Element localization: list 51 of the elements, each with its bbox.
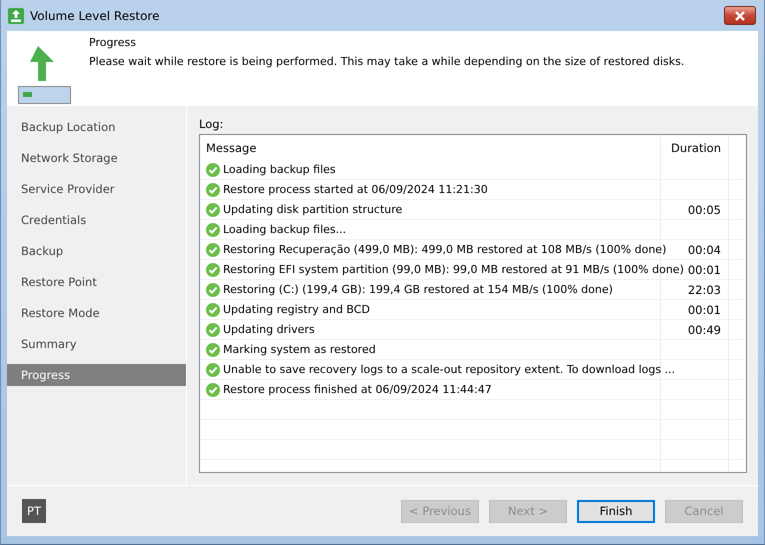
log-message: Unable to save recovery logs to a scale-out repository extent. To download logs ... <box>223 363 676 376</box>
column-header[interactable]: Message <box>200 135 661 160</box>
language-badge: PT <box>22 499 46 523</box>
check-icon <box>206 202 220 216</box>
column-header[interactable]: Duration <box>661 135 729 160</box>
log-duration: 00:49 <box>688 322 721 336</box>
check-icon <box>206 302 220 316</box>
log-message: Loading backup files <box>223 163 336 176</box>
log-message: Restoring EFI system partition (99,0 MB): 99,0 MB restored at 91 MB/s (100% done) <box>223 263 684 276</box>
upload-disk-icon <box>18 43 74 105</box>
check-icon <box>206 282 220 296</box>
log-label: Log: <box>199 117 224 131</box>
dialog-button[interactable]: Finish <box>577 500 655 522</box>
sidebar-step[interactable]: Summary <box>7 333 186 355</box>
check-icon <box>206 262 220 276</box>
close-icon <box>734 10 746 20</box>
log-message: Updating disk partition structure <box>223 203 402 216</box>
log-message: Updating drivers <box>223 323 315 336</box>
log-duration: 00:05 <box>688 202 721 216</box>
check-icon <box>206 182 220 196</box>
sidebar-step[interactable]: Restore Point <box>7 271 186 293</box>
check-icon <box>206 362 220 376</box>
sidebar-step[interactable]: Backup Location <box>7 116 186 138</box>
check-icon <box>206 242 220 256</box>
sidebar-step[interactable]: Restore Mode <box>7 302 186 324</box>
sidebar-step[interactable]: Network Storage <box>7 147 186 169</box>
log-duration: 22:03 <box>688 282 721 296</box>
sidebar-step[interactable]: Backup <box>7 240 186 262</box>
page-title: Progress <box>89 36 137 49</box>
check-icon <box>206 322 220 336</box>
sidebar-step[interactable]: Progress <box>7 364 186 386</box>
log-message: Loading backup files... <box>223 223 346 236</box>
log-message: Restore process finished at 06/09/2024 11:44:47 <box>223 383 492 396</box>
sidebar-step[interactable]: Credentials <box>7 209 186 231</box>
check-icon <box>206 222 220 236</box>
log-message: Restoring (C:) (199,4 GB): 199,4 GB restored at 154 MB/s (100% done) <box>223 283 613 296</box>
log-message: Restore process started at 06/09/2024 11:21:30 <box>223 183 488 196</box>
log-message: Marking system as restored <box>223 343 376 356</box>
page-description: Please wait while restore is being performed. This may take a while depending on the size of restored disks. <box>89 55 684 68</box>
upload-icon <box>8 8 24 24</box>
check-icon <box>206 382 220 396</box>
sidebar-step[interactable]: Service Provider <box>7 178 186 200</box>
log-message: Updating registry and BCD <box>223 303 370 316</box>
log-duration: 00:01 <box>688 262 721 276</box>
window-title: Volume Level Restore <box>30 8 160 22</box>
log-duration: 00:04 <box>688 242 721 256</box>
check-icon <box>206 342 220 356</box>
log-duration: 00:01 <box>688 302 721 316</box>
log-message: Restoring Recuperação (499,0 MB): 499,0 MB restored at 108 MB/s (100% done) <box>223 243 666 256</box>
close-button[interactable] <box>724 6 756 25</box>
check-icon <box>206 162 220 176</box>
